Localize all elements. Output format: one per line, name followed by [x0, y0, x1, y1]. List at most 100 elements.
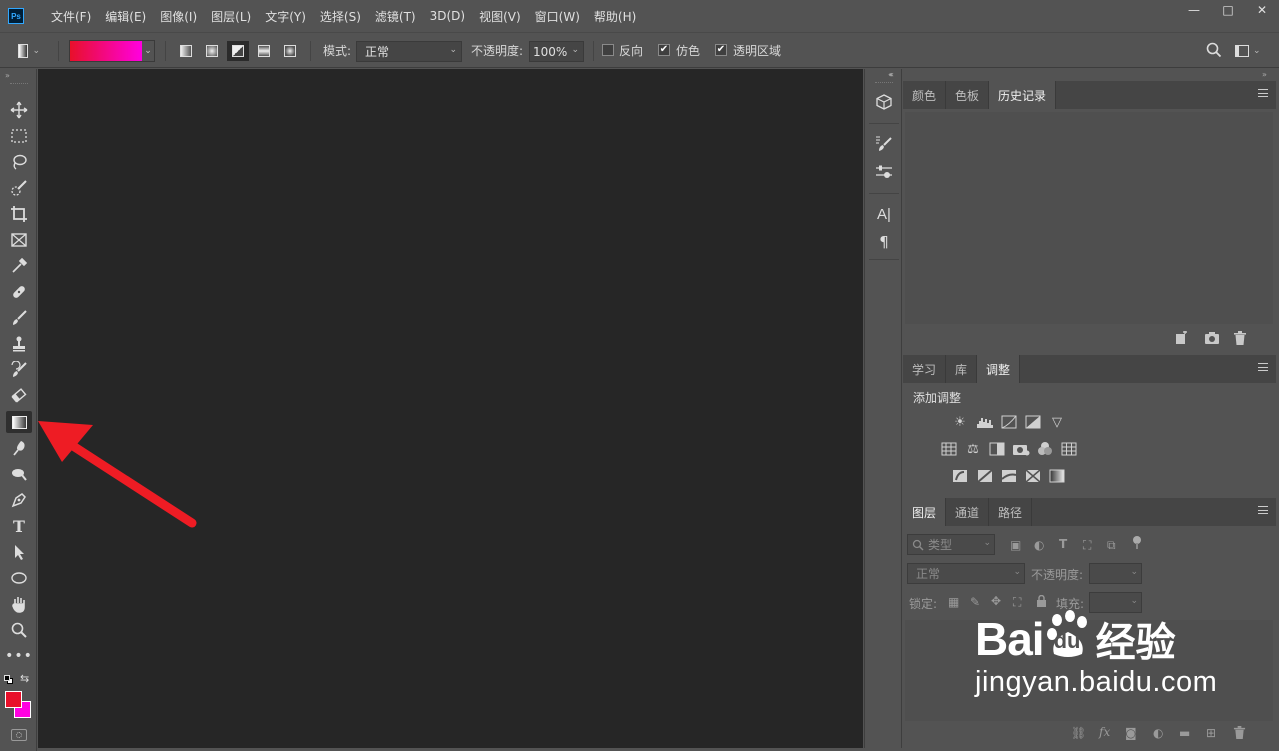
trash-icon[interactable]	[1233, 726, 1246, 742]
layer-style-icon[interactable]: fx	[1099, 725, 1110, 739]
type-layer-filter-icon[interactable]: T	[1059, 537, 1067, 551]
search-icon[interactable]	[1205, 41, 1223, 59]
eraser-tool-icon[interactable]	[6, 385, 32, 407]
mode-select[interactable]: 正常 ⌄	[356, 41, 462, 62]
ellipse-tool-icon[interactable]	[6, 567, 32, 589]
menu-window[interactable]: 窗口(W)	[528, 0, 587, 32]
adjustment-layer-filter-icon[interactable]: ◐	[1034, 538, 1044, 552]
menu-layer[interactable]: 图层(L)	[204, 0, 258, 32]
opacity-input[interactable]: 100% ⌄	[529, 41, 584, 62]
maximize-button[interactable]: □	[1211, 0, 1245, 20]
character-panel-icon[interactable]: A|	[872, 203, 896, 225]
tab-color[interactable]: 颜色	[903, 81, 947, 109]
tab-libraries[interactable]: 库	[946, 355, 978, 383]
eyedropper-tool-icon[interactable]	[6, 255, 32, 277]
foreground-color-swatch[interactable]	[5, 691, 22, 708]
tab-channels[interactable]: 通道	[946, 498, 990, 526]
diamond-gradient-button[interactable]	[279, 41, 301, 61]
hand-tool-icon[interactable]	[6, 593, 32, 615]
shape-layer-filter-icon[interactable]: ⛶	[1083, 538, 1091, 553]
gradient-picker[interactable]: ⌄	[69, 40, 155, 62]
panel-menu-icon[interactable]	[1258, 506, 1268, 514]
layer-opacity-input[interactable]: ⌄	[1089, 563, 1142, 584]
crop-tool-icon[interactable]	[6, 203, 32, 225]
paragraph-panel-icon[interactable]: ¶	[872, 231, 896, 253]
layer-filter-select[interactable]: 类型 ⌄	[907, 534, 995, 555]
path-selection-tool-icon[interactable]	[6, 541, 32, 563]
marquee-tool-icon[interactable]	[6, 125, 32, 147]
tool-preset-picker[interactable]: ⌄	[18, 42, 40, 60]
menu-file[interactable]: 文件(F)	[44, 0, 98, 32]
menu-type[interactable]: 文字(Y)	[258, 0, 313, 32]
default-colors-icon[interactable]	[4, 675, 14, 685]
lock-position-icon[interactable]: ✥	[991, 594, 1001, 608]
workspace-switcher[interactable]: ⌄	[1235, 42, 1263, 60]
hue-saturation-icon[interactable]	[940, 441, 958, 457]
new-group-icon[interactable]: ▬	[1179, 726, 1190, 740]
quick-mask-icon[interactable]	[11, 729, 27, 741]
camera-snapshot-icon[interactable]	[1204, 331, 1220, 348]
transparency-checkbox[interactable]: ✔	[715, 44, 727, 56]
pen-tool-icon[interactable]	[6, 489, 32, 511]
clone-stamp-tool-icon[interactable]	[6, 333, 32, 355]
menu-select[interactable]: 选择(S)	[313, 0, 368, 32]
color-lookup-icon[interactable]	[1060, 441, 1078, 457]
lasso-tool-icon[interactable]	[6, 151, 32, 173]
collapse-left-icon[interactable]: «	[888, 70, 893, 79]
move-tool-icon[interactable]	[6, 99, 32, 121]
menu-3d[interactable]: 3D(D)	[423, 0, 472, 32]
menu-edit[interactable]: 编辑(E)	[98, 0, 153, 32]
blend-mode-select[interactable]: 正常 ⌄	[907, 563, 1025, 584]
strip-grip[interactable]	[875, 82, 893, 83]
lock-artboard-icon[interactable]: ⛶	[1013, 595, 1021, 610]
angle-gradient-button[interactable]	[227, 41, 249, 61]
type-tool-icon[interactable]: T	[6, 515, 32, 537]
tab-adjustments[interactable]: 调整	[977, 355, 1021, 383]
curves-icon[interactable]	[1000, 414, 1018, 430]
lock-image-pixels-icon[interactable]: ✎	[970, 595, 980, 609]
pixel-layer-filter-icon[interactable]: ▣	[1010, 538, 1021, 552]
linear-gradient-button[interactable]	[175, 41, 197, 61]
radial-gradient-button[interactable]	[201, 41, 223, 61]
new-document-from-state-icon[interactable]	[1173, 330, 1189, 348]
quick-selection-tool-icon[interactable]	[6, 177, 32, 199]
history-brush-tool-icon[interactable]	[6, 359, 32, 381]
gradient-preview[interactable]	[70, 41, 142, 61]
chevron-down-icon[interactable]: ⌄	[142, 41, 154, 61]
panel-menu-icon[interactable]	[1258, 89, 1268, 97]
menu-image[interactable]: 图像(I)	[153, 0, 204, 32]
brush-tool-icon[interactable]	[6, 307, 32, 329]
healing-brush-tool-icon[interactable]	[6, 281, 32, 303]
brush-settings-icon[interactable]	[872, 161, 896, 183]
menu-filter[interactable]: 滤镜(T)	[368, 0, 423, 32]
tab-paths[interactable]: 路径	[989, 498, 1033, 526]
menu-help[interactable]: 帮助(H)	[587, 0, 643, 32]
trash-icon[interactable]	[1233, 331, 1247, 348]
new-layer-icon[interactable]: ⊞	[1206, 726, 1216, 740]
new-adjustment-layer-icon[interactable]: ◐	[1153, 726, 1163, 740]
tab-layers[interactable]: 图层	[903, 498, 947, 526]
invert-icon[interactable]	[951, 468, 969, 484]
lock-all-icon[interactable]	[1036, 594, 1047, 610]
frame-tool-icon[interactable]	[6, 229, 32, 251]
brush-presets-icon[interactable]	[872, 133, 896, 155]
exposure-icon[interactable]	[1024, 414, 1042, 430]
channel-mixer-icon[interactable]	[1036, 441, 1054, 457]
add-mask-icon[interactable]: ◙	[1125, 726, 1137, 740]
tab-history[interactable]: 历史记录	[989, 81, 1057, 109]
vibrance-icon[interactable]: ▽	[1048, 414, 1066, 430]
posterize-icon[interactable]	[976, 468, 994, 484]
tab-learn[interactable]: 学习	[903, 355, 947, 383]
collapse-toolbox-icon[interactable]: »	[5, 71, 10, 80]
3d-panel-icon[interactable]	[872, 91, 896, 113]
selective-color-icon[interactable]	[1024, 468, 1042, 484]
threshold-icon[interactable]	[1000, 468, 1018, 484]
black-white-icon[interactable]	[988, 441, 1006, 457]
reverse-checkbox[interactable]	[602, 44, 614, 56]
dodge-tool-icon[interactable]	[6, 463, 32, 485]
lock-transparent-pixels-icon[interactable]: ▦	[948, 595, 959, 609]
color-balance-icon[interactable]: ⚖	[964, 441, 982, 457]
collapse-right-icon[interactable]: »	[1262, 70, 1267, 79]
toolbox-grip[interactable]	[10, 83, 28, 85]
gradient-tool-icon[interactable]	[6, 411, 32, 433]
